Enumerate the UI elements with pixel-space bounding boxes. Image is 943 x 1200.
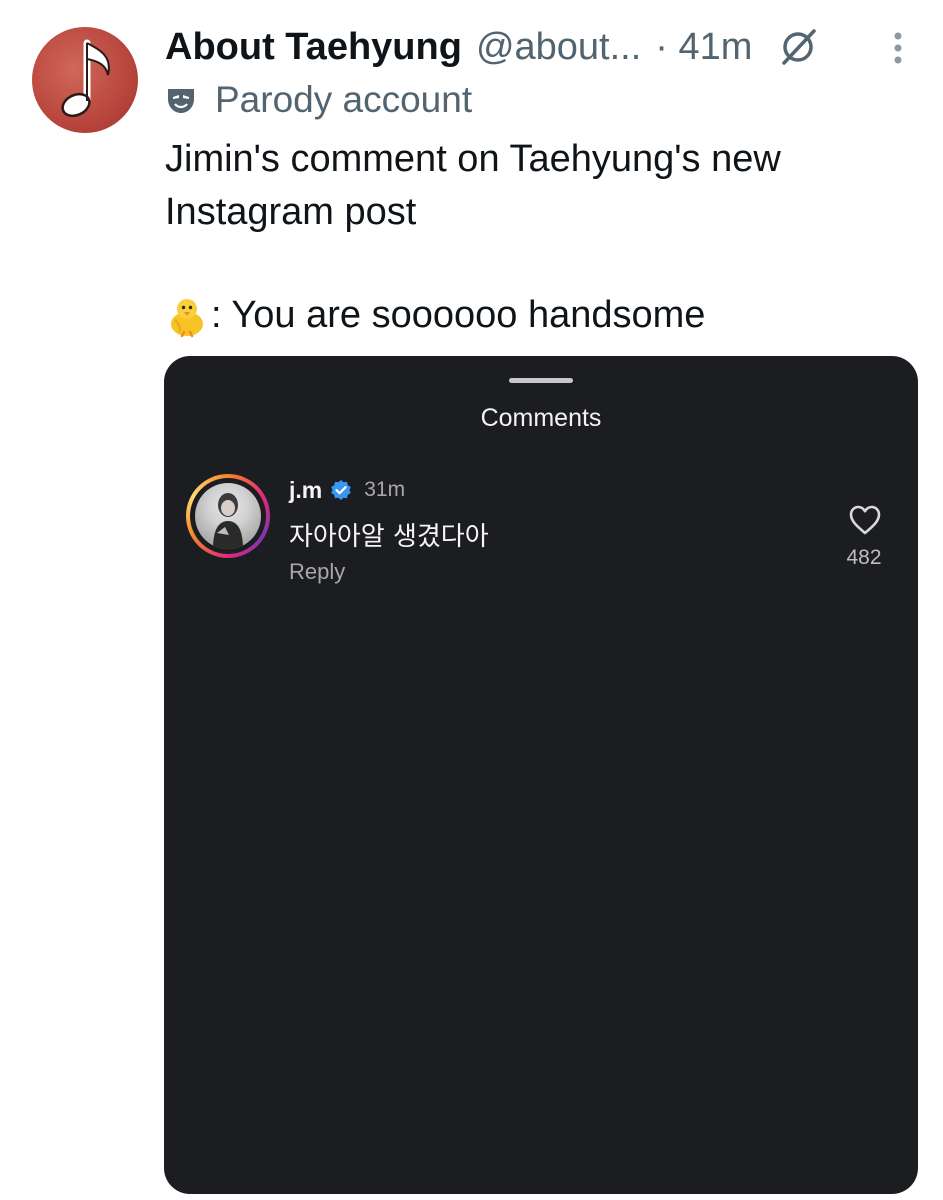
comments-title: Comments	[480, 404, 602, 432]
quote-text: : You are soooooo handsome	[211, 294, 706, 336]
comment-username: j.m	[289, 476, 323, 503]
tweet-quote-line: : You are soooooo handsome	[165, 289, 705, 342]
comment-time: 31m	[364, 478, 406, 501]
like-count: 482	[846, 546, 882, 569]
heart-icon	[849, 505, 881, 535]
music-note-icon	[61, 39, 110, 118]
display-name[interactable]: About Taehyung	[165, 26, 462, 69]
more-vertical-icon[interactable]	[880, 28, 916, 68]
tweet-text: Jimin's comment on Taehyung's new Instag…	[165, 138, 781, 233]
mask-icon	[168, 89, 194, 113]
user-handle[interactable]: @about...	[476, 26, 641, 69]
profile-avatar[interactable]	[32, 27, 138, 133]
grok-icon[interactable]	[776, 25, 820, 69]
verified-badge-icon	[331, 480, 352, 500]
baby-chick-emoji-icon	[171, 298, 203, 337]
drag-handle	[509, 378, 573, 383]
tweet-header: About Taehyung @about... · 41m	[165, 22, 895, 72]
media-image[interactable]: Comments j.m 31m 자아아알 생겼다아 Reply 482	[164, 356, 918, 1194]
parody-account-row: Parody account	[165, 76, 472, 124]
comment-text: 자아아알 생겼다아	[289, 522, 489, 552]
person-photo-icon	[213, 493, 243, 549]
reply-link: Reply	[289, 559, 346, 584]
tweet-time[interactable]: · 41m	[655, 26, 752, 69]
parody-label: Parody account	[215, 79, 473, 120]
comment-avatar	[186, 474, 270, 558]
comment-meta: j.m 31m	[289, 476, 405, 504]
